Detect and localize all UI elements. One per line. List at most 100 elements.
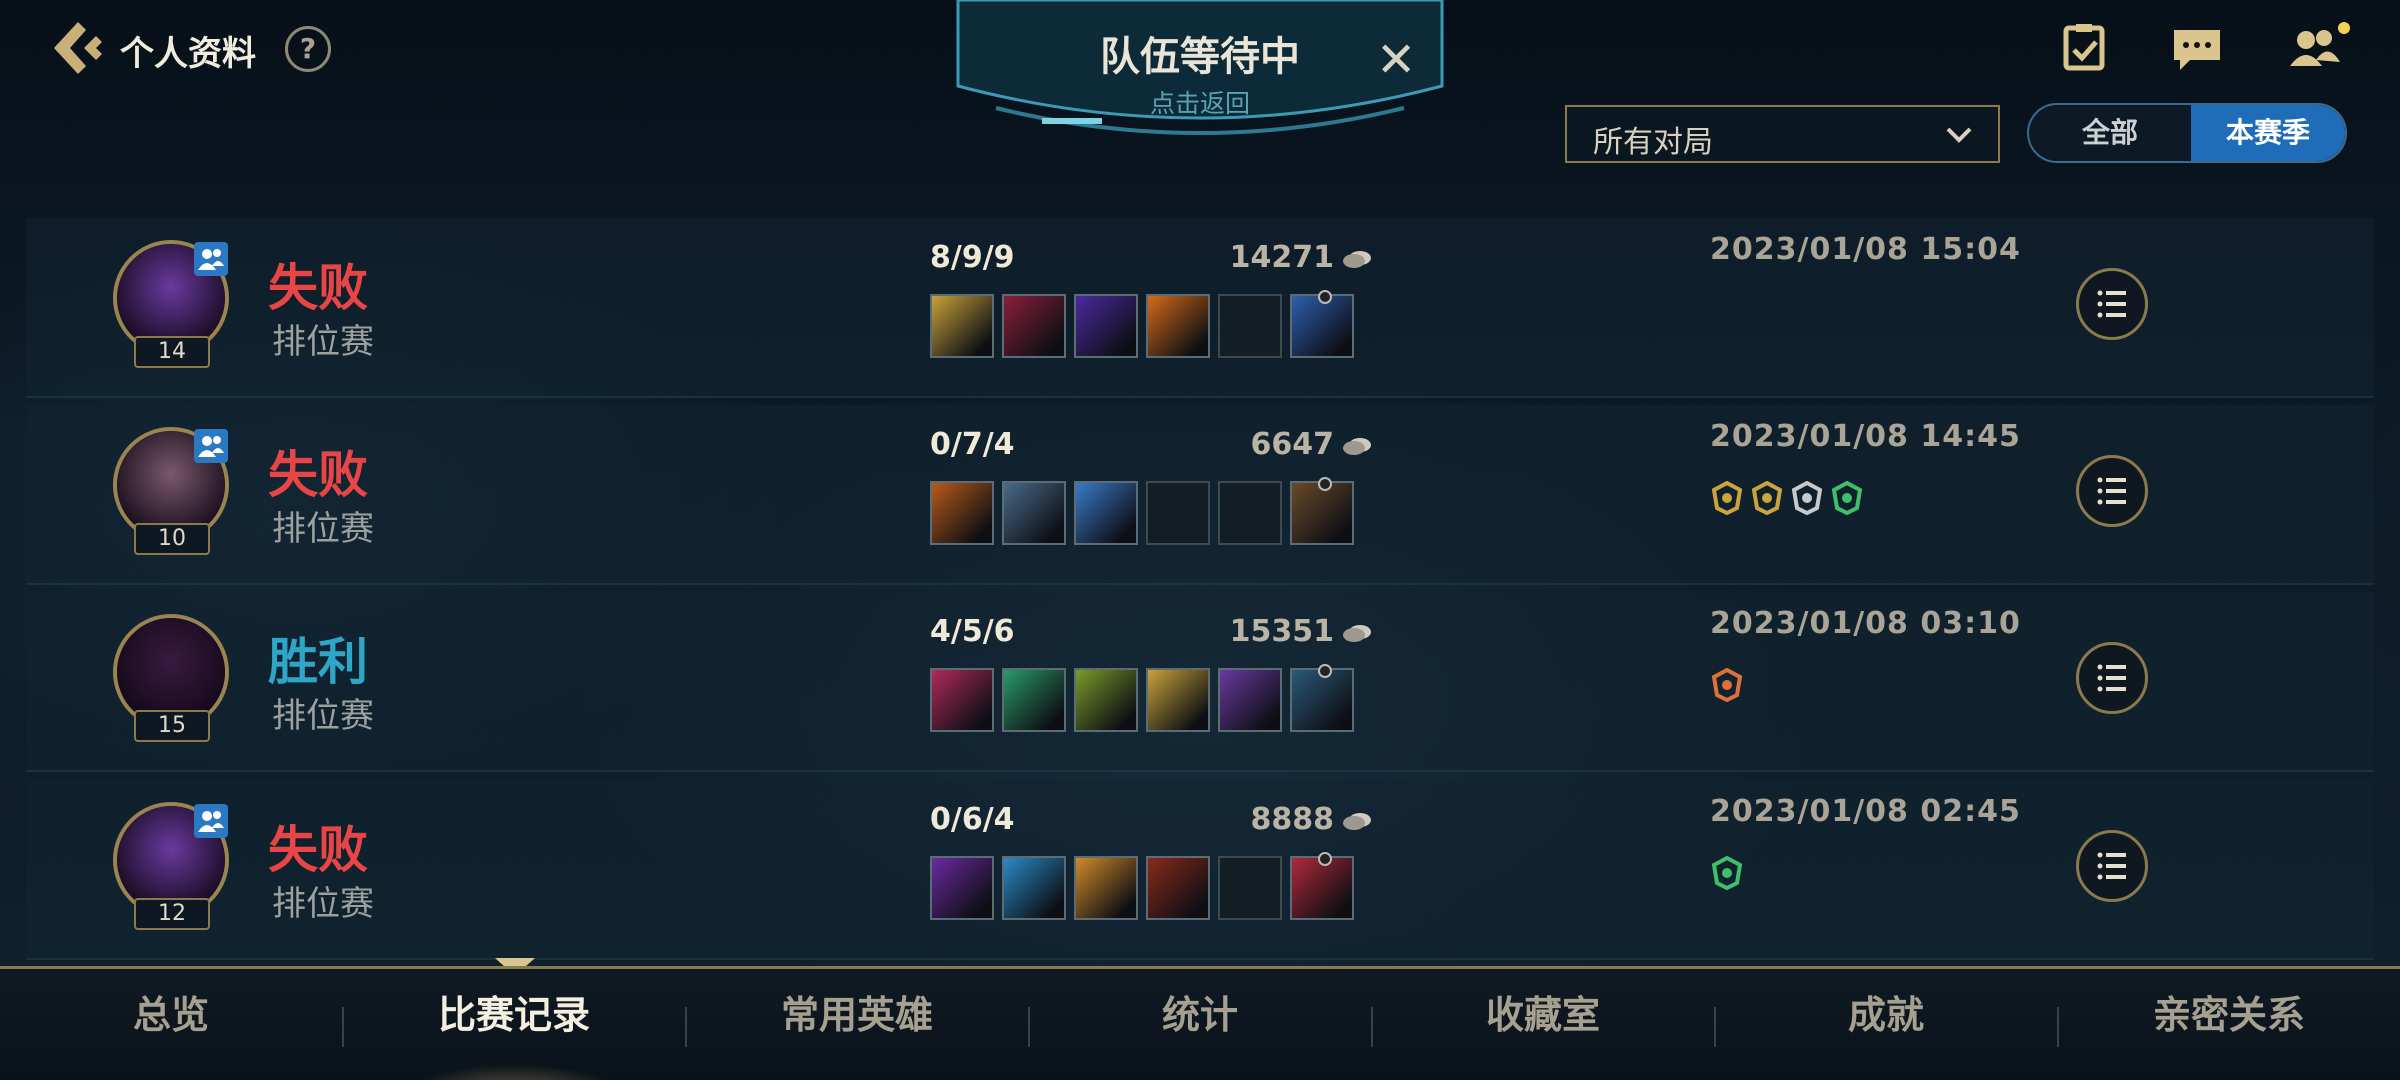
gold-value: 8888 [1250,802,1335,837]
match-result: 失败 [268,259,368,317]
party-icon [194,429,228,463]
nav-tab[interactable]: 比赛记录 [343,969,685,1080]
queue-title: 队伍等待中 [1100,34,1300,80]
champion-level: 14 [134,336,210,368]
achievement-badge-icon [1710,855,1744,891]
nav-tab[interactable]: 常用英雄 [686,969,1028,1080]
kda: 0/7/4 [930,427,1015,462]
match-row[interactable]: 14 失败 排位赛 8/9/9 14271 2023/01/08 15:04 [26,218,2374,398]
item-slot [1146,294,1210,358]
item-slot [1074,668,1138,732]
item-slot [930,668,994,732]
toggle-all[interactable]: 全部 [2029,105,2191,161]
match-row[interactable]: 10 失败 排位赛 0/7/4 6647 2023/01/08 14:45 [26,405,2374,585]
friends-icon[interactable] [2284,22,2350,74]
item-slot [1290,290,1354,358]
party-icon [194,804,228,838]
party-icon [194,242,228,276]
list-icon [2097,852,2126,880]
nav-tab[interactable]: 收藏室 [1372,969,1714,1080]
trinket-icon [1318,664,1332,678]
item-slot [1002,668,1066,732]
empty-item-slot [1146,481,1210,545]
page-title: 个人资料 [120,34,256,74]
gold-coin-icon [1343,250,1371,268]
match-details-button[interactable] [2076,642,2148,714]
queue-return-link[interactable]: 点击返回 [956,84,1444,120]
nav-divider [1028,1007,1030,1047]
empty-item-slot [1218,481,1282,545]
game-mode: 排位赛 [272,509,374,549]
achievement-badge-icon [1710,480,1744,516]
match-date: 2023/01/08 02:45 [1710,794,2021,829]
gold-value: 15351 [1229,614,1334,649]
item-slot [930,481,994,545]
empty-item-slot [1218,294,1282,358]
achievement-badge-icon [1750,480,1784,516]
item-slot [1074,481,1138,545]
match-result: 失败 [268,821,368,879]
champion-level: 12 [134,898,210,930]
champion-level: 15 [134,710,210,742]
nav-divider [685,1007,687,1047]
nav-tab[interactable]: 统计 [1029,969,1371,1080]
item-slot [1218,668,1282,732]
filter-selected-value: 所有对局 [1593,125,1713,160]
gold-value: 14271 [1229,240,1334,275]
trinket-icon [1318,852,1332,866]
trinket-icon [1318,477,1332,491]
match-details-button[interactable] [2076,268,2148,340]
match-details-button[interactable] [2076,455,2148,527]
list-icon [2097,664,2126,692]
item-slot [1146,668,1210,732]
list-icon [2097,290,2126,318]
match-result: 失败 [268,446,368,504]
chevron-down-icon [1946,127,1972,143]
nav-divider [342,1007,344,1047]
gold-coin-icon [1343,624,1371,642]
queue-banner[interactable]: 队伍等待中 点击返回 ✕ [956,0,1444,148]
gold-earned: 14271 [1182,240,1372,275]
toggle-this-season[interactable]: 本赛季 [2191,105,2345,161]
item-slot [1290,664,1354,732]
missions-icon[interactable] [2058,22,2114,74]
bottom-nav: 总览 比赛记录 常用英雄 统计 收藏室 成就 亲密关系 [0,966,2400,1080]
nav-divider [1371,1007,1373,1047]
nav-tab[interactable]: 总览 [0,969,342,1080]
nav-divider [1714,1007,1716,1047]
back-button[interactable] [48,18,106,78]
nav-tab[interactable]: 成就 [1715,969,2057,1080]
match-row[interactable]: 12 失败 排位赛 0/6/4 8888 2023/01/08 02:45 [26,780,2374,960]
chevron-left-icon [54,22,102,74]
match-details-button[interactable] [2076,830,2148,902]
trinket-icon [1318,290,1332,304]
match-date: 2023/01/08 14:45 [1710,419,2021,454]
item-slot [1146,856,1210,920]
match-filter-dropdown[interactable]: 所有对局 [1565,105,2000,163]
empty-item-slot [1218,856,1282,920]
item-slot [1290,852,1354,920]
item-slot [1290,477,1354,545]
match-row[interactable]: 15 胜利 排位赛 4/5/6 15351 2023/01/08 03:10 [26,592,2374,772]
gold-value: 6647 [1250,427,1335,462]
item-slot [930,294,994,358]
nav-divider [2057,1007,2059,1047]
game-mode: 排位赛 [272,696,374,736]
game-mode: 排位赛 [272,322,374,362]
match-date: 2023/01/08 03:10 [1710,606,2021,641]
item-slot [1002,294,1066,358]
list-icon [2097,477,2126,505]
item-slot [1002,481,1066,545]
season-toggle[interactable]: 全部 本赛季 [2027,103,2347,163]
help-icon[interactable]: ? [285,26,331,72]
chat-icon[interactable] [2170,22,2226,74]
close-icon[interactable]: ✕ [1376,36,1416,84]
item-slot [1074,294,1138,358]
item-slot [1002,856,1066,920]
item-slot [1074,856,1138,920]
item-slot [930,856,994,920]
game-mode: 排位赛 [272,884,374,924]
match-result: 胜利 [268,633,368,691]
nav-tab[interactable]: 亲密关系 [2058,969,2400,1080]
achievement-badge-icon [1710,667,1744,703]
